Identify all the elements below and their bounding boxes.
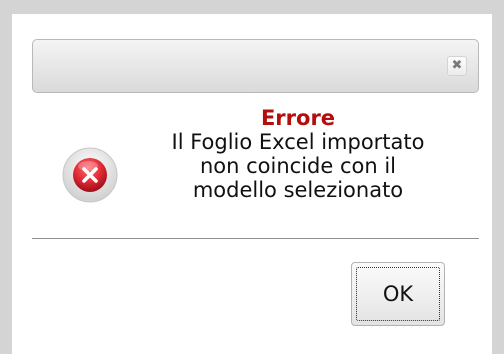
- button-divider: [32, 238, 479, 239]
- error-dialog: ✖ Errore Il Foglio Excel importato non c…: [12, 14, 492, 354]
- error-message: Errore Il Foglio Excel importato non coi…: [126, 106, 470, 202]
- error-x-icon: [62, 147, 118, 203]
- error-title: Errore: [260, 106, 336, 130]
- dialog-titlebar: ✖: [32, 39, 479, 93]
- message-line-1: Il Foglio Excel importato: [171, 130, 425, 154]
- ok-button[interactable]: OK: [351, 262, 445, 326]
- ok-button-label: OK: [382, 282, 414, 306]
- close-button[interactable]: ✖: [447, 56, 467, 76]
- message-line-3: modello selezionato: [192, 178, 404, 202]
- close-icon: ✖: [451, 58, 463, 73]
- message-line-2: non coincide con il: [199, 154, 397, 178]
